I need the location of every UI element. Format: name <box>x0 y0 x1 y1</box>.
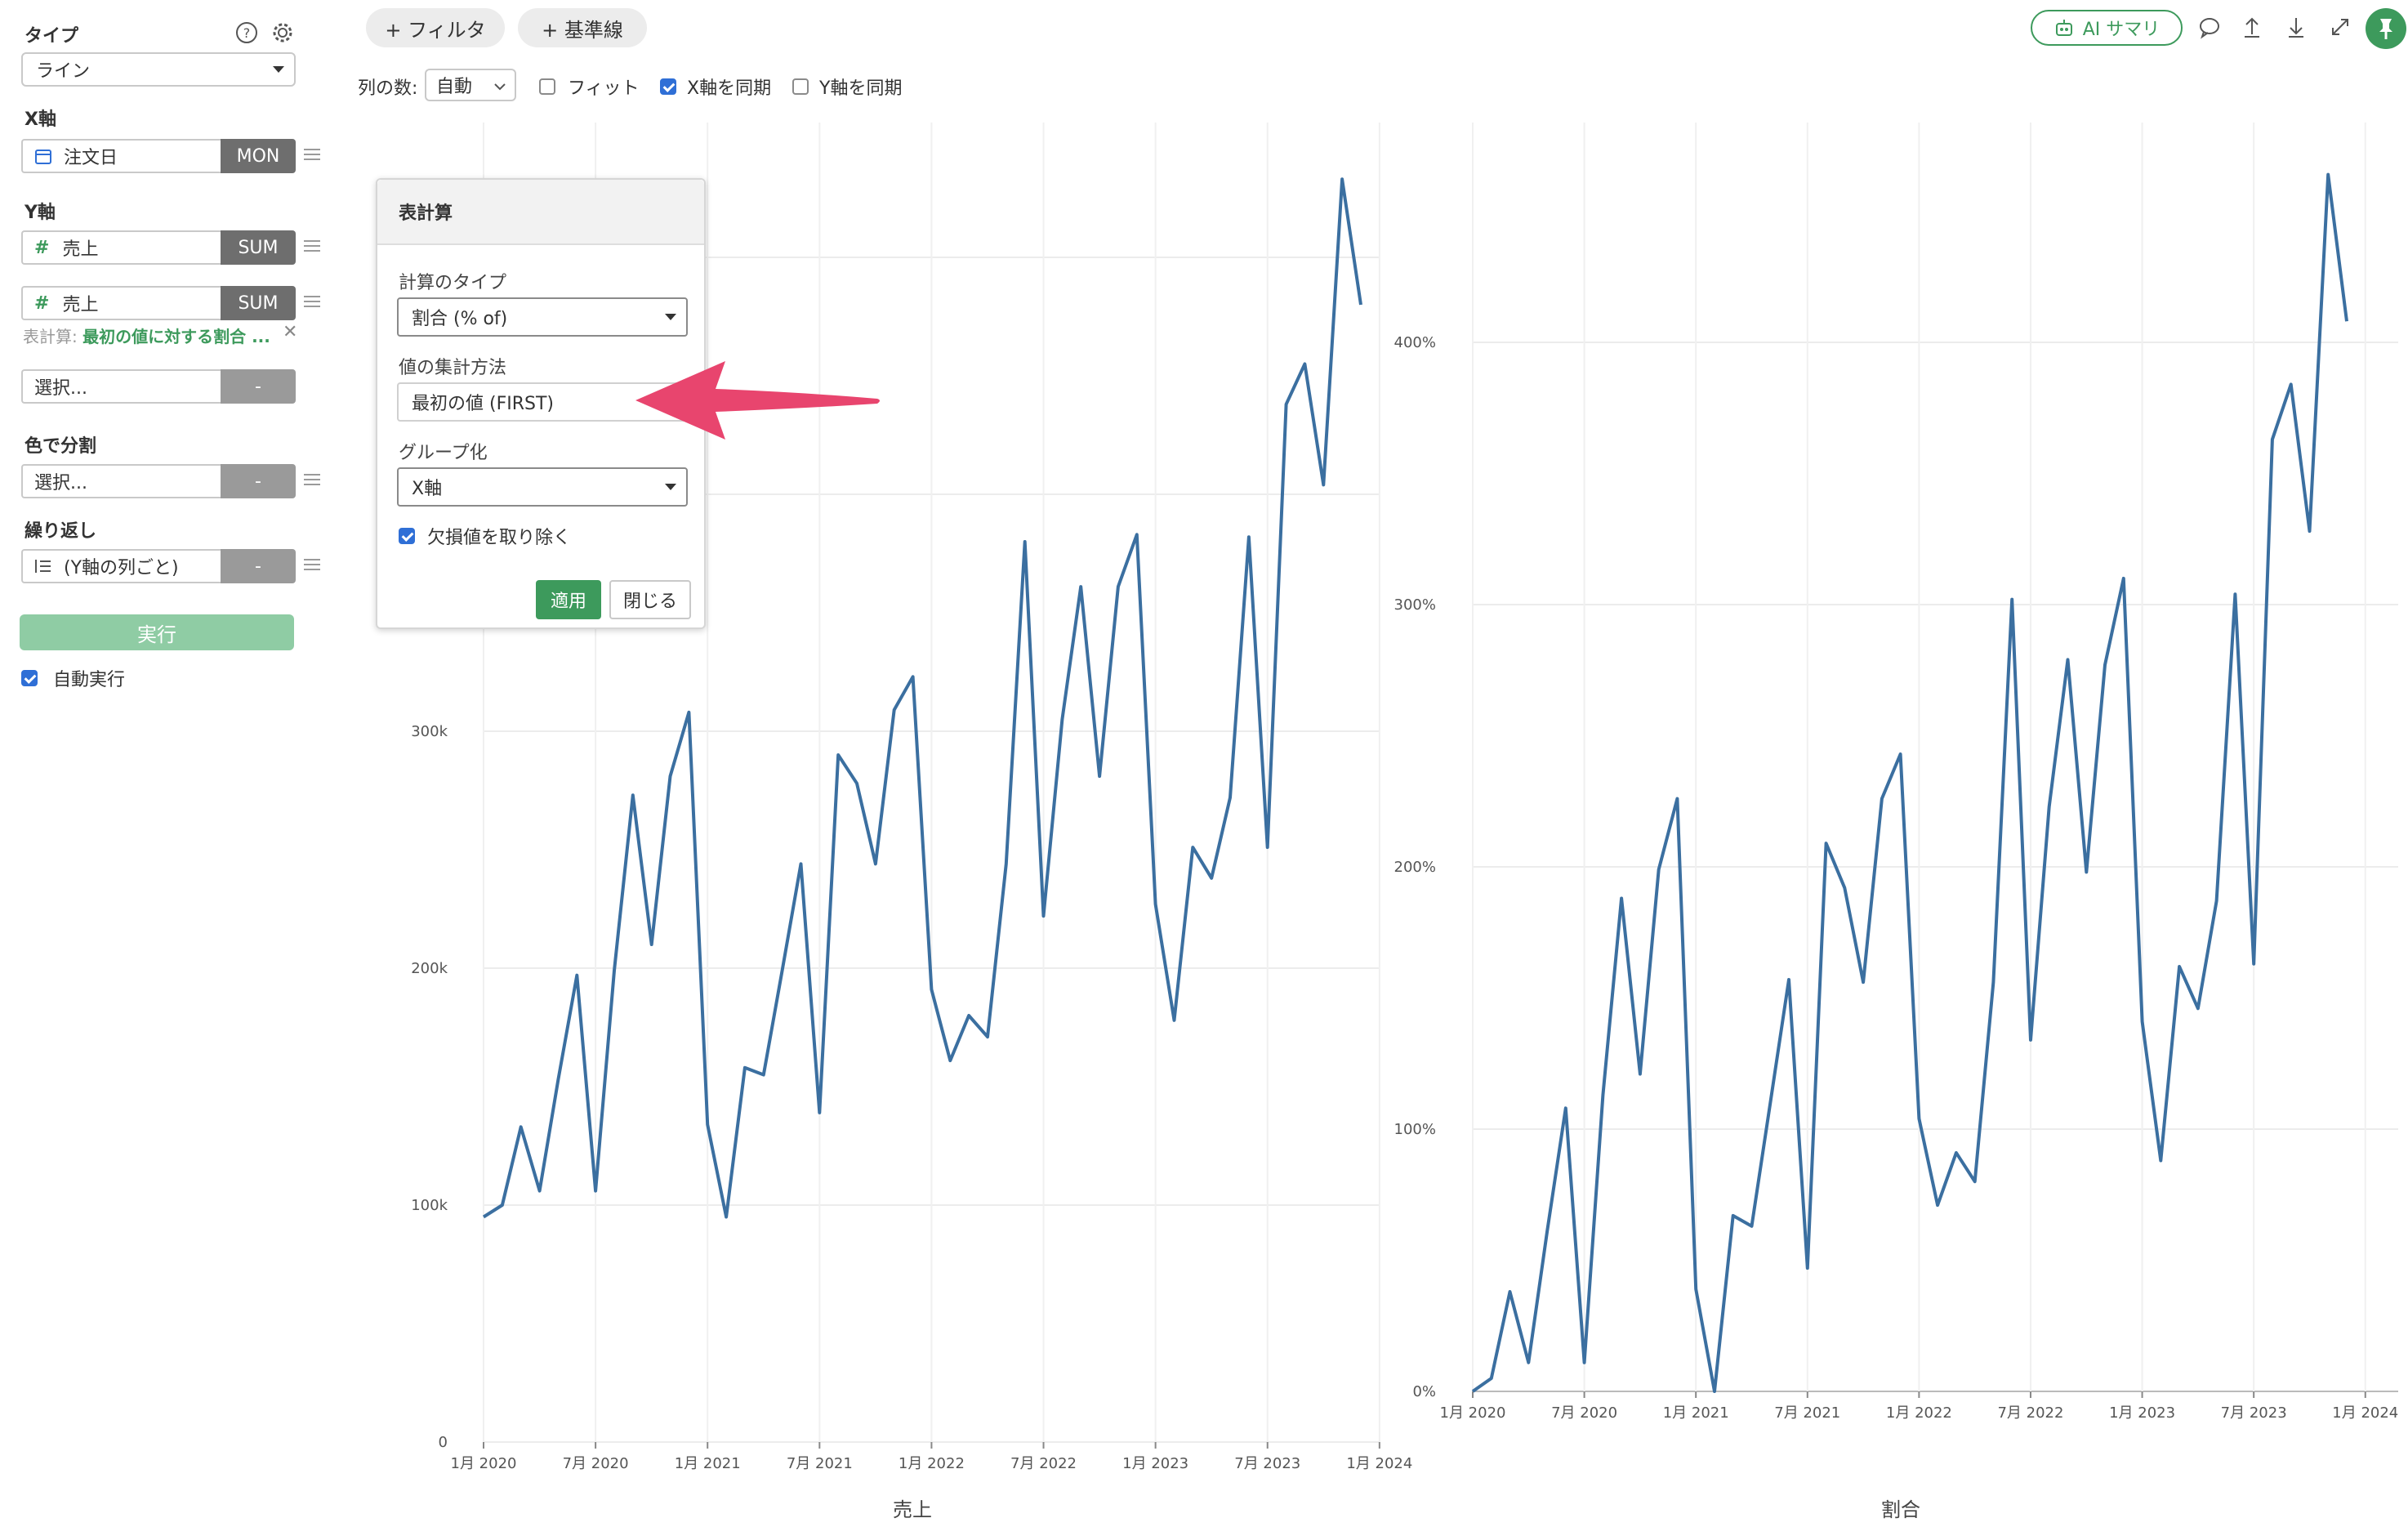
group-select[interactable]: X軸 <box>397 467 688 507</box>
annotation-arrow-icon <box>635 361 880 440</box>
y-tick-label: 300% <box>1394 596 1436 614</box>
series-line[interactable] <box>1471 172 2348 1393</box>
x-tick-label: 1月 2020 <box>1440 1404 1506 1422</box>
y-tick-label: 200k <box>411 960 448 977</box>
x-tick-label: 1月 2021 <box>675 1455 741 1472</box>
chevron-down-icon <box>665 484 676 490</box>
close-button[interactable]: 閉じる <box>609 580 691 619</box>
agg-method-value: 最初の値 (FIRST) <box>412 394 554 414</box>
x-axis-title: 売上 <box>893 1498 932 1521</box>
x-tick-label: 7月 2020 <box>563 1455 629 1472</box>
group-label: グループ化 <box>399 443 488 463</box>
y-tick-label: 100k <box>411 1197 448 1214</box>
x-tick-label: 7月 2022 <box>1010 1455 1077 1472</box>
y-tick-label: 400% <box>1394 334 1436 351</box>
x-tick-label: 7月 2021 <box>1774 1404 1840 1422</box>
remove-missing-label: 欠損値を取り除く <box>427 528 572 548</box>
x-tick-label: 7月 2022 <box>1997 1404 2063 1422</box>
y-tick-label: 300k <box>411 723 448 740</box>
agg-method-label: 値の集計方法 <box>399 358 507 378</box>
calc-type-label: 計算のタイプ <box>399 273 507 293</box>
x-tick-label: 1月 2023 <box>1122 1455 1188 1472</box>
chevron-down-icon <box>665 314 676 320</box>
charts-area: 0 100k 200k 300k 1月 2020 7月 2020 1月 2021 7月 202… <box>411 123 2398 1521</box>
y-tick-label: 0 <box>439 1434 448 1451</box>
x-tick-label: 1月 2024 <box>2332 1404 2398 1422</box>
y-tick-label: 200% <box>1394 859 1436 876</box>
x-axis-title: 割合 <box>1881 1498 1920 1521</box>
apply-button[interactable]: 適用 <box>536 580 601 619</box>
y-tick-label: 100% <box>1394 1121 1436 1138</box>
calc-type-select[interactable]: 割合 (% of) <box>397 297 688 337</box>
x-tick-label: 1月 2023 <box>2109 1404 2175 1422</box>
calc-type-value: 割合 (% of) <box>412 309 508 329</box>
popup-title: 表計算 <box>377 180 704 245</box>
x-tick-label: 1月 2020 <box>451 1455 517 1472</box>
x-tick-label: 7月 2023 <box>2221 1404 2287 1422</box>
x-tick-label: 1月 2024 <box>1346 1455 1412 1472</box>
y-tick-label: 0% <box>1412 1383 1436 1400</box>
x-tick-label: 1月 2022 <box>1886 1404 1952 1422</box>
x-tick-label: 1月 2022 <box>899 1455 965 1472</box>
x-tick-label: 1月 2021 <box>1663 1404 1729 1422</box>
group-value: X軸 <box>412 479 443 499</box>
remove-missing-checkbox[interactable] <box>399 528 415 544</box>
x-tick-label: 7月 2021 <box>787 1455 853 1472</box>
x-tick-label: 7月 2020 <box>1551 1404 1617 1422</box>
remove-missing-row[interactable]: 欠損値を取り除く <box>399 523 571 549</box>
x-tick-label: 7月 2023 <box>1234 1455 1300 1472</box>
